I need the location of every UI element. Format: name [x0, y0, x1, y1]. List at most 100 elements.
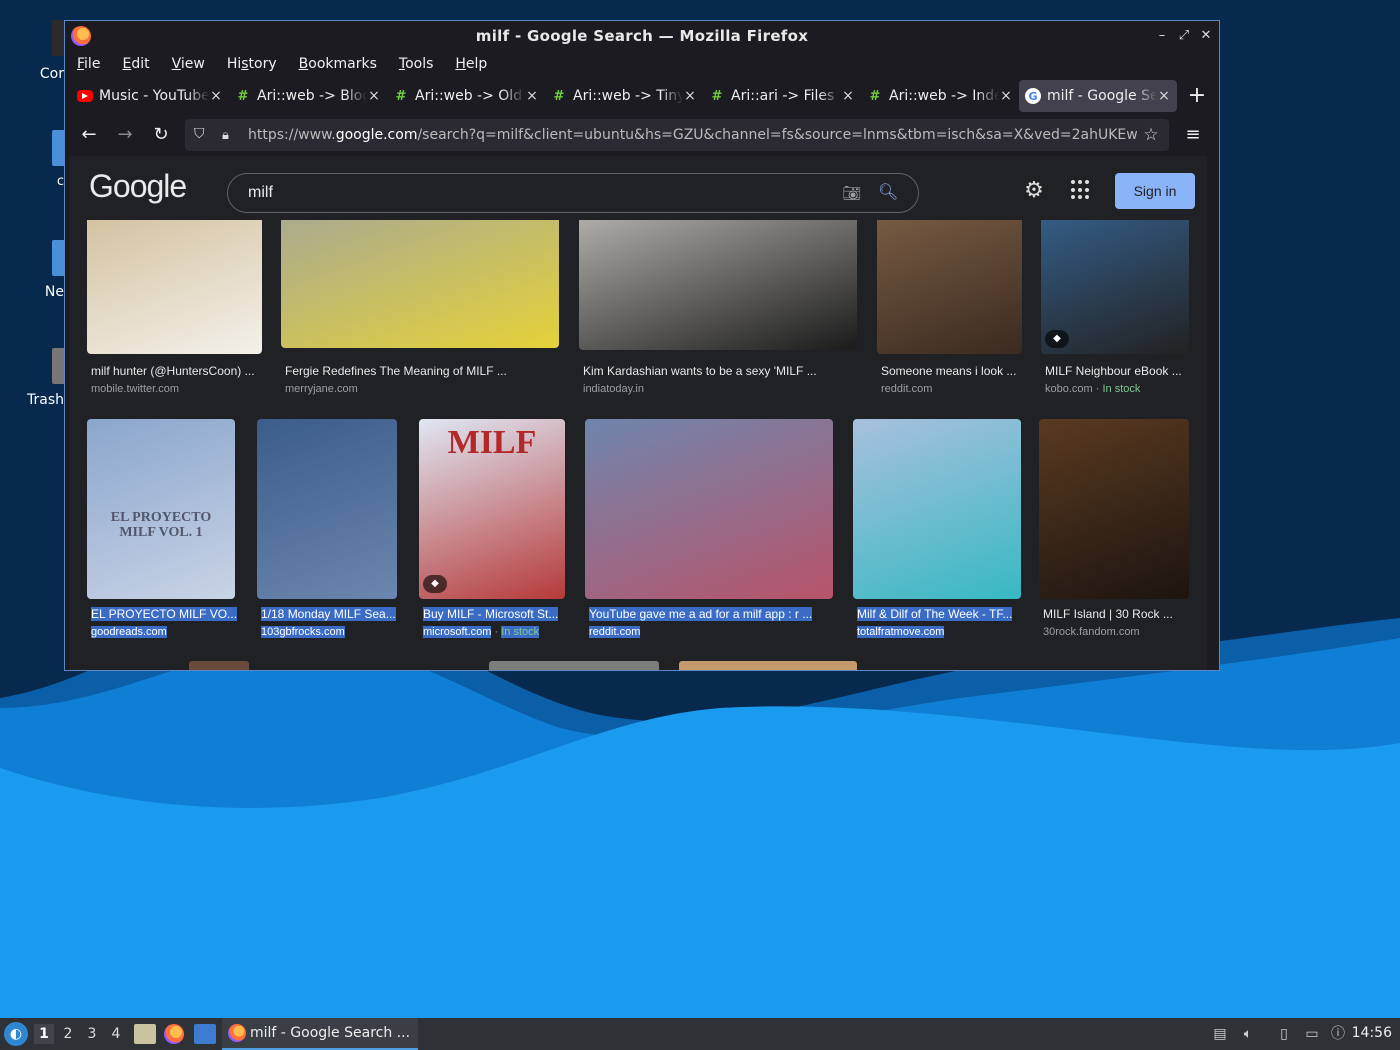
result-title[interactable]: MILF Neighbour eBook ... — [1045, 364, 1182, 378]
tab-close-icon[interactable]: × — [841, 88, 855, 104]
start-menu-button[interactable]: ◐ — [4, 1022, 28, 1046]
result-title[interactable]: YouTube gave me a ad for a milf app : r … — [589, 607, 813, 621]
settings-gear-icon[interactable]: ⚙ — [1021, 178, 1047, 204]
file-manager-icon[interactable] — [134, 1024, 156, 1044]
result-source[interactable]: goodreads.com — [91, 626, 167, 638]
desktop-icon-trash[interactable]: Trash — [0, 348, 64, 428]
lock-icon[interactable]: 🔒︎ — [222, 128, 236, 143]
image-result-card[interactable]: MILF ◆ Buy MILF - Microsoft St... microsoft… — [419, 419, 565, 643]
menu-edit[interactable]: Edit — [122, 56, 149, 72]
maximize-button[interactable]: ⤢ — [1175, 27, 1193, 45]
workspace-1[interactable]: 1 — [34, 1024, 54, 1044]
desktop-icon-network[interactable]: Ne — [0, 240, 64, 320]
desktop-icon-home[interactable]: c — [0, 130, 64, 210]
tab-close-icon[interactable]: × — [525, 88, 539, 104]
menu-help[interactable]: Help — [455, 56, 487, 72]
reload-button[interactable]: ↻ — [147, 121, 175, 149]
tab-2[interactable]: # Ari::web -> Old × — [387, 80, 545, 112]
tab-close-icon[interactable]: × — [683, 88, 697, 104]
result-thumbnail[interactable] — [679, 661, 857, 670]
network-icon[interactable]: ▭ — [1302, 1024, 1322, 1044]
result-thumbnail[interactable] — [189, 661, 249, 670]
result-source[interactable]: reddit.com — [881, 383, 932, 395]
google-logo[interactable]: Google — [89, 168, 187, 205]
result-source[interactable]: totalfratmove.com — [857, 626, 945, 638]
result-title[interactable]: MILF Island | 30 Rock ... — [1043, 607, 1173, 621]
result-title[interactable]: Someone means i look ... — [881, 364, 1016, 378]
close-window-button[interactable]: ✕ — [1197, 27, 1215, 45]
result-title[interactable]: Fergie Redefines The Meaning of MILF ... — [285, 364, 507, 378]
window-titlebar[interactable]: milf - Google Search — Mozilla Firefox –… — [65, 21, 1219, 51]
result-source[interactable]: 30rock.fandom.com — [1043, 626, 1140, 638]
back-button[interactable]: ← — [75, 121, 103, 149]
image-result-card[interactable]: Milf & Dilf of The Week - TF... totalfrat… — [853, 419, 1021, 643]
result-title[interactable]: 1/18 Monday MILF Sea... — [261, 607, 396, 621]
result-thumbnail[interactable] — [585, 419, 833, 599]
result-thumbnail[interactable] — [853, 419, 1021, 599]
workspace-4[interactable]: 4 — [106, 1024, 126, 1044]
menu-file[interactable]: File — [77, 56, 100, 72]
new-tab-button[interactable]: + — [1183, 82, 1211, 110]
notes-icon[interactable]: ▯ — [1274, 1024, 1294, 1044]
tab-3[interactable]: # Ari::web -> Tiny × — [545, 80, 703, 112]
tab-close-icon[interactable]: × — [367, 88, 381, 104]
menu-history[interactable]: History — [227, 56, 277, 72]
camera-icon[interactable]: 📷︎ — [842, 184, 862, 202]
clipboard-icon[interactable]: ▤ — [1210, 1024, 1230, 1044]
image-result-card[interactable]: YouTube gave me a ad for a milf app : r … — [585, 419, 833, 643]
tab-4[interactable]: # Ari::ari -> Files × — [703, 80, 861, 112]
result-title[interactable]: Buy MILF - Microsoft St... — [423, 607, 559, 621]
minimize-button[interactable]: – — [1153, 27, 1171, 45]
url-bar[interactable]: ⛉ 🔒︎ https://www.google.com/search?q=mil… — [185, 119, 1169, 151]
volume-icon[interactable]: 🔈︎ — [1238, 1024, 1258, 1044]
forward-button[interactable]: → — [111, 121, 139, 149]
menu-view[interactable]: View — [172, 56, 205, 72]
result-source[interactable]: indiatoday.in — [583, 383, 644, 395]
tab-1[interactable]: # Ari::web -> Blog × — [229, 80, 387, 112]
tracking-protection-icon[interactable]: ⛉ — [194, 126, 210, 144]
result-source[interactable]: kobo.com · In stock — [1045, 383, 1140, 395]
result-thumbnail[interactable] — [1039, 419, 1189, 599]
sign-in-button[interactable]: Sign in — [1115, 173, 1195, 209]
hamburger-menu-icon[interactable]: ≡ — [1179, 121, 1207, 149]
result-thumbnail[interactable] — [257, 419, 397, 599]
menu-bookmarks[interactable]: Bookmarks — [299, 56, 377, 72]
apps-grid-icon[interactable] — [1071, 180, 1091, 200]
tab-close-icon[interactable]: × — [999, 88, 1013, 104]
tab-close-icon[interactable]: × — [209, 88, 223, 104]
result-thumbnail[interactable]: EL PROYECTO MILF VOL. 1 — [87, 419, 235, 599]
result-title[interactable]: EL PROYECTO MILF VO... — [91, 607, 238, 621]
image-result-card[interactable]: EL PROYECTO MILF VOL. 1 EL PROYECTO MILF … — [87, 419, 238, 643]
result-source[interactable]: microsoft.com · In stock — [423, 626, 540, 638]
result-source[interactable]: merryjane.com — [285, 383, 358, 395]
tab-6[interactable]: Gmilf - Google Search× — [1019, 80, 1177, 112]
result-title[interactable]: milf hunter (@HuntersCoon) ... — [91, 364, 255, 378]
tab-0[interactable]: Music - YouTube × — [71, 80, 229, 112]
firefox-launcher-icon[interactable] — [164, 1024, 184, 1044]
url-text[interactable]: https://www.google.com/search?q=milf&cli… — [248, 127, 1138, 143]
desktop-icon-computer[interactable]: Cor — [0, 20, 64, 100]
tab-5[interactable]: # Ari::web -> Index × — [861, 80, 1019, 112]
result-title[interactable]: Milf & Dilf of The Week - TF... — [857, 607, 1013, 621]
workspace-3[interactable]: 3 — [82, 1024, 102, 1044]
taskbar-task-firefox[interactable]: milf - Google Search ... — [222, 1018, 418, 1050]
show-desktop-icon[interactable] — [194, 1024, 216, 1044]
taskbar: ◐ 1 2 3 4 milf - Google Search ... ▤ 🔈︎ … — [0, 1018, 1400, 1050]
bookmark-star-icon[interactable]: ☆ — [1139, 123, 1163, 147]
result-title[interactable]: Kim Kardashian wants to be a sexy 'MILF … — [583, 364, 817, 378]
youtube-icon — [77, 90, 93, 102]
result-source[interactable]: reddit.com — [589, 626, 641, 638]
workspace-2[interactable]: 2 — [58, 1024, 78, 1044]
search-box[interactable]: 📷︎ 🔍︎ — [227, 173, 919, 213]
result-thumbnail[interactable] — [489, 661, 659, 670]
image-result-card[interactable]: 1/18 Monday MILF Sea... 103gbfrocks.com — [257, 419, 397, 643]
image-result-card[interactable]: MILF Island | 30 Rock ... 30rock.fandom.c… — [1039, 419, 1189, 643]
menu-tools[interactable]: Tools — [399, 56, 434, 72]
search-input[interactable] — [248, 184, 808, 202]
search-icon[interactable]: 🔍︎ — [878, 182, 898, 202]
updates-icon[interactable]: ⓘ — [1328, 1024, 1348, 1044]
tab-close-icon[interactable]: × — [1157, 88, 1171, 104]
result-source[interactable]: 103gbfrocks.com — [261, 626, 345, 638]
result-source[interactable]: mobile.twitter.com — [91, 383, 179, 395]
result-thumbnail[interactable]: MILF ◆ — [419, 419, 565, 599]
